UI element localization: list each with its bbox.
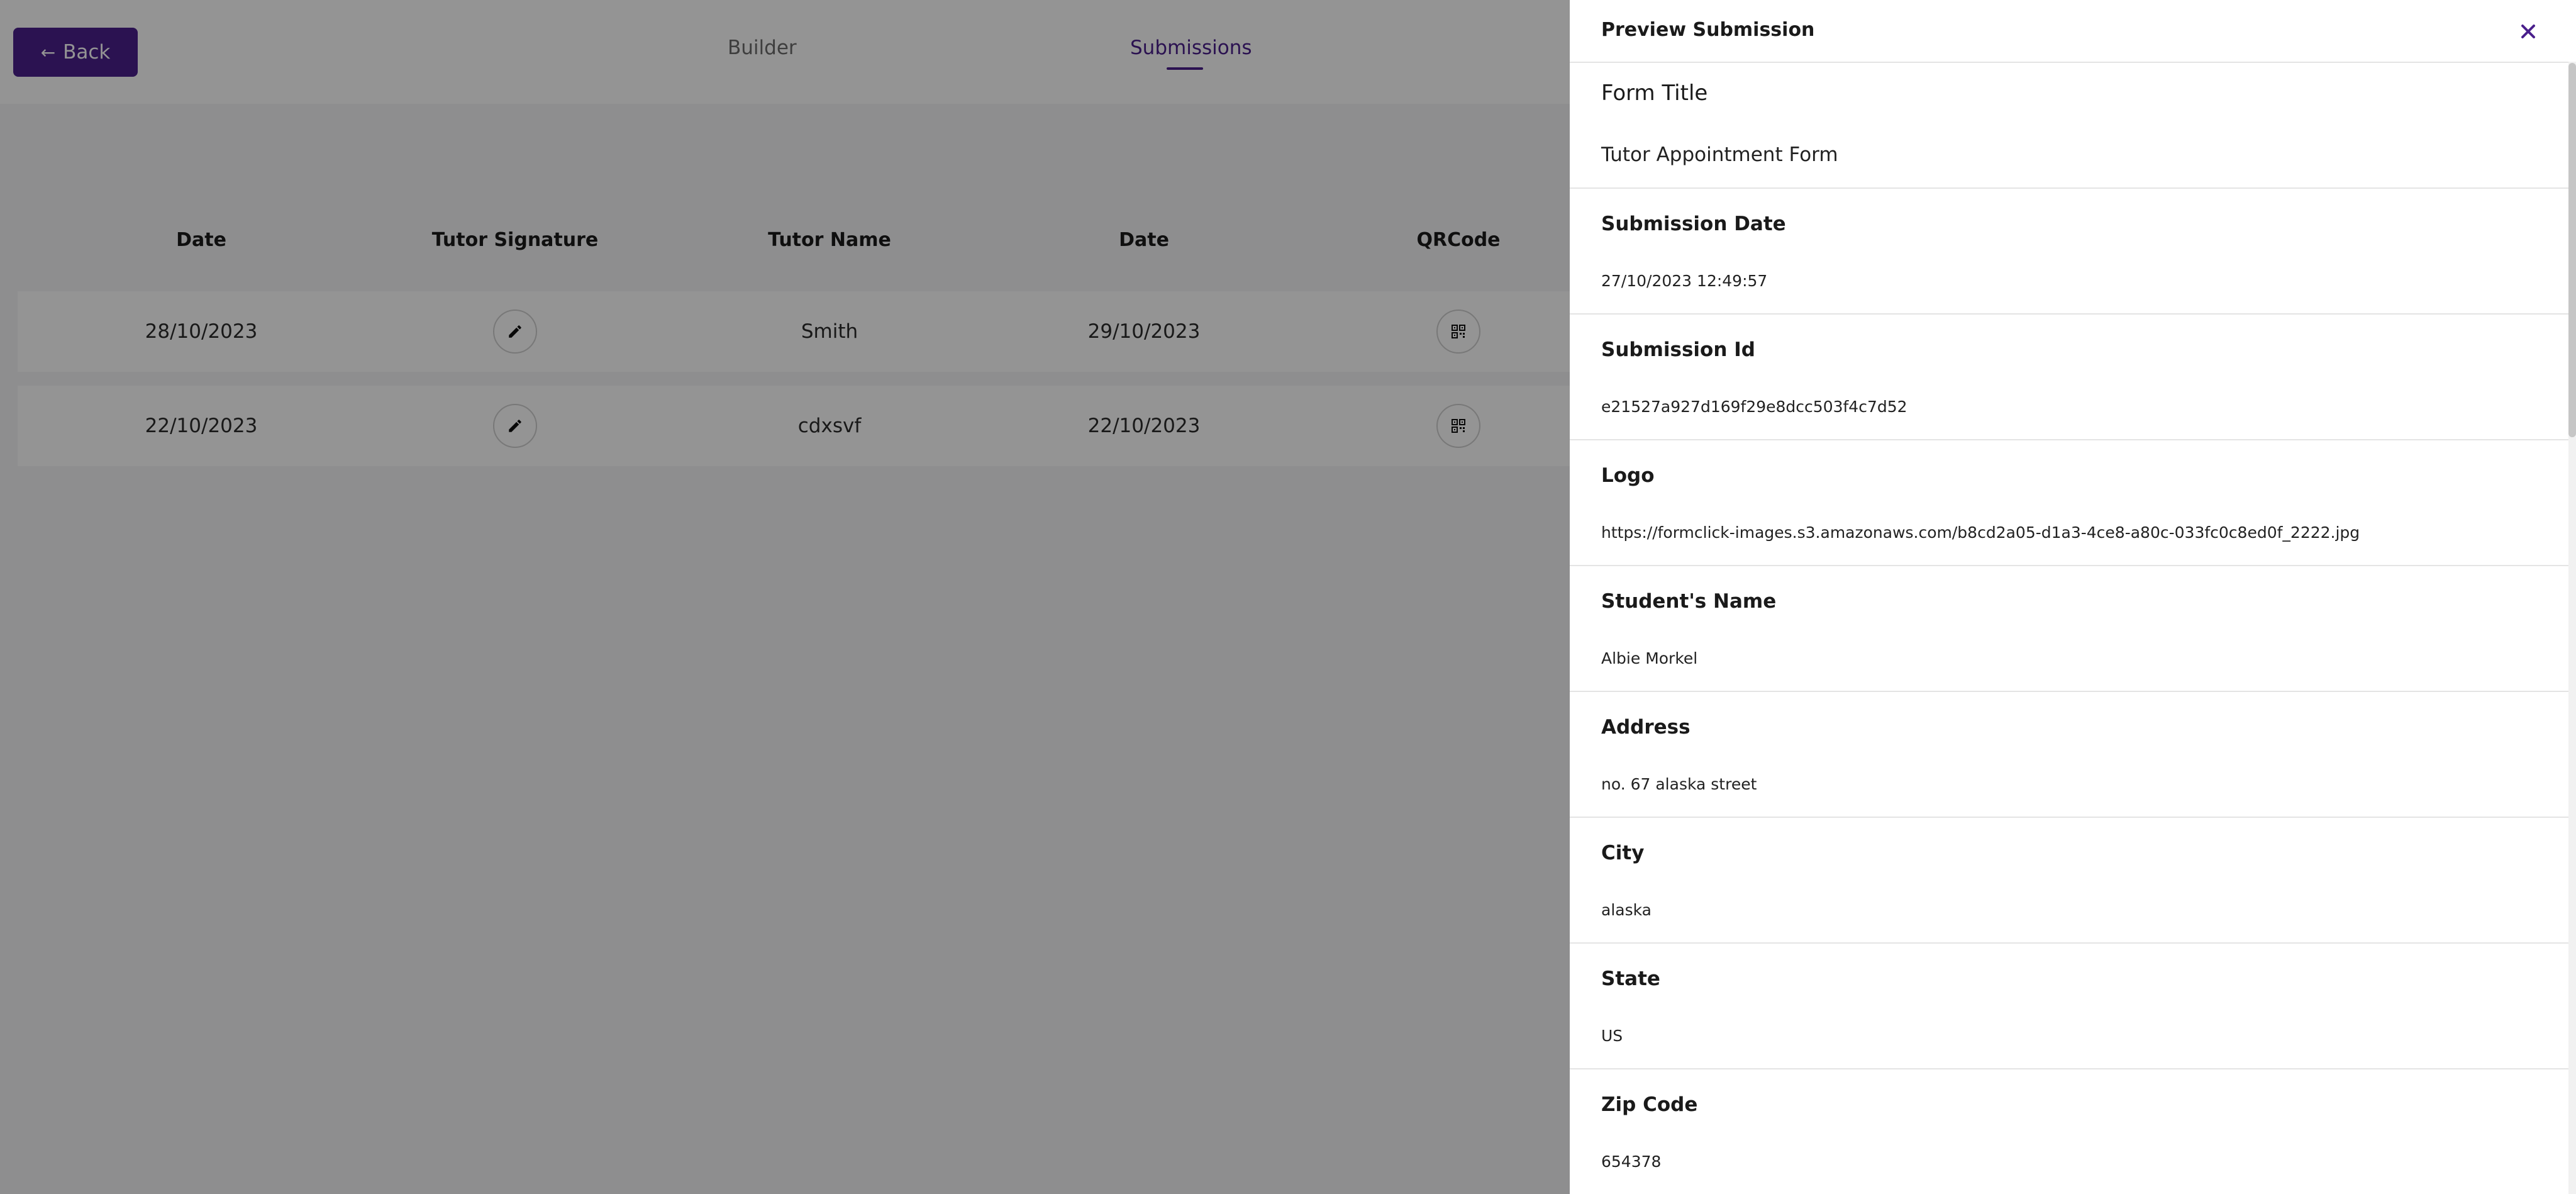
field-address: Address no. 67 alaska street	[1570, 692, 2568, 818]
field-submission-id: Submission Id e21527a927d169f29e8dcc503f…	[1570, 315, 2568, 440]
close-button[interactable]	[2516, 19, 2541, 44]
field-label: Logo	[1601, 464, 1655, 487]
field-value: e21527a927d169f29e8dcc503f4c7d52	[1601, 398, 1907, 416]
field-label: Address	[1601, 716, 1690, 739]
field-value: 654378	[1601, 1152, 1662, 1171]
close-icon	[2521, 25, 2535, 38]
field-label: Submission Id	[1601, 338, 1755, 361]
field-label: Zip Code	[1601, 1093, 1698, 1116]
drawer-title: Preview Submission	[1601, 19, 1815, 41]
field-label: Student's Name	[1601, 590, 1777, 613]
field-value: no. 67 alaska street	[1601, 775, 1757, 793]
field-state: State US	[1570, 944, 2568, 1069]
field-zip-code: Zip Code 654378	[1570, 1069, 2568, 1194]
field-form-title: Form Title Tutor Appointment Form	[1570, 63, 2568, 189]
field-label: Submission Date	[1601, 213, 1786, 235]
drawer-header: Preview Submission	[1570, 0, 2576, 63]
preview-submission-drawer: Preview Submission Form Title Tutor Appo…	[1570, 0, 2576, 1194]
field-submission-date: Submission Date 27/10/2023 12:49:57	[1570, 189, 2568, 315]
field-logo: Logo https://formclick-images.s3.amazona…	[1570, 440, 2568, 566]
field-students-name: Student's Name Albie Morkel	[1570, 566, 2568, 692]
field-value: alaska	[1601, 901, 1652, 919]
drawer-scrollbar-thumb[interactable]	[2568, 63, 2576, 437]
field-value: 27/10/2023 12:49:57	[1601, 272, 1768, 290]
field-label: State	[1601, 968, 1660, 990]
field-value: Tutor Appointment Form	[1601, 143, 1838, 166]
field-value: Albie Morkel	[1601, 649, 1698, 667]
field-label: Form Title	[1601, 81, 1708, 106]
field-label: City	[1601, 842, 1645, 864]
field-value: https://formclick-images.s3.amazonaws.co…	[1601, 523, 2360, 542]
field-city: City alaska	[1570, 818, 2568, 944]
field-value: US	[1601, 1027, 1623, 1045]
